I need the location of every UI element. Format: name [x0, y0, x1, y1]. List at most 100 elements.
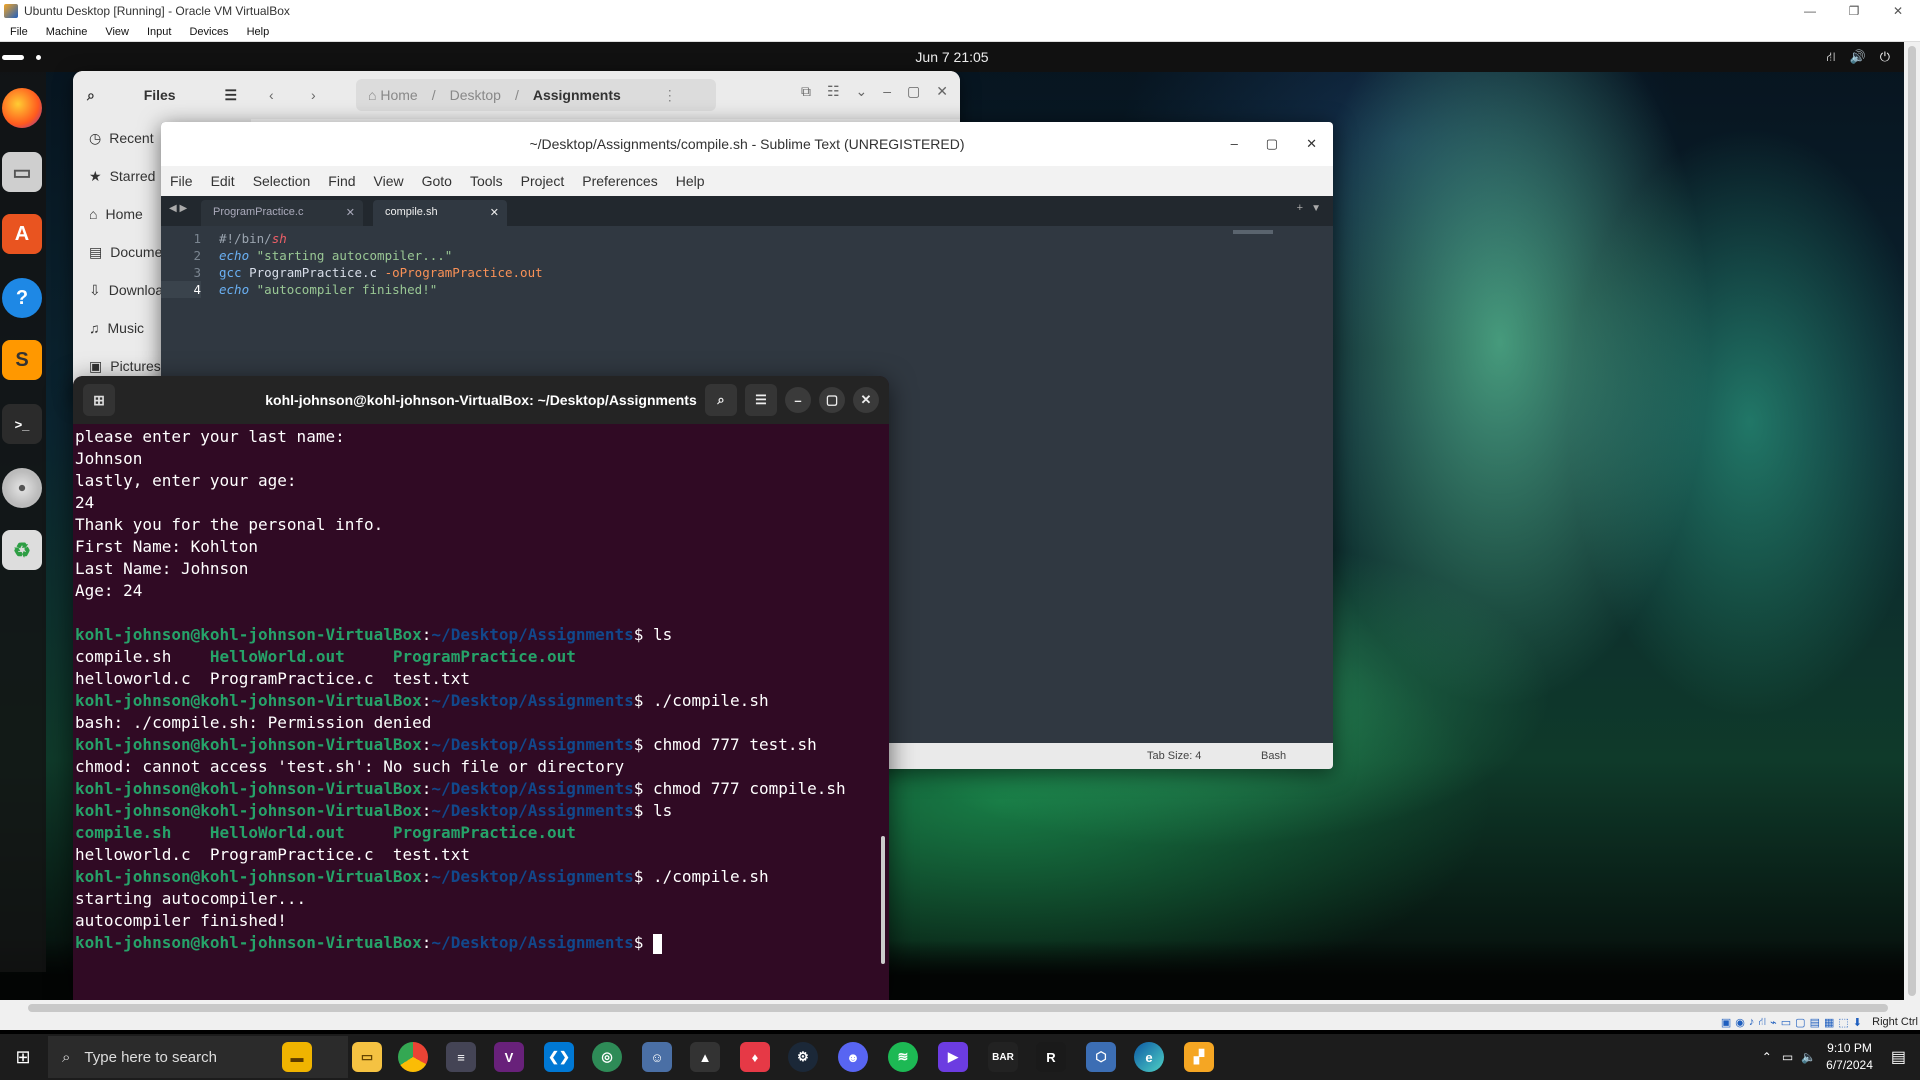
app-icon[interactable]: ▞: [1184, 1042, 1214, 1072]
new-tab-icon[interactable]: +: [1297, 202, 1303, 214]
breadcrumb-home[interactable]: ⌂ Home: [368, 87, 418, 103]
search-icon[interactable]: ⌕: [87, 87, 95, 104]
network-icon[interactable]: ⛙: [1758, 1016, 1766, 1030]
restore-icon[interactable]: ❐: [1832, 0, 1876, 22]
syntax-indicator[interactable]: Bash: [1261, 750, 1286, 762]
chevron-up-icon[interactable]: ⌃: [1762, 1050, 1772, 1064]
display-icon[interactable]: ▢: [1795, 1016, 1805, 1030]
files-icon[interactable]: ▭: [2, 152, 42, 192]
file-explorer-icon[interactable]: ▭: [352, 1042, 382, 1072]
network-icon[interactable]: ⛙: [1826, 42, 1835, 72]
network-icon[interactable]: ▭: [1782, 1050, 1793, 1064]
edge-icon[interactable]: e: [1134, 1042, 1164, 1072]
folder-app-icon[interactable]: ▬: [282, 1042, 312, 1072]
visual-studio-icon[interactable]: V: [494, 1042, 524, 1072]
audio-icon[interactable]: ♪: [1749, 1016, 1755, 1030]
software-icon[interactable]: A: [2, 214, 42, 254]
sublime-icon[interactable]: S: [2, 340, 42, 380]
power-icon[interactable]: ⏻: [1880, 42, 1890, 72]
menu-goto[interactable]: Goto: [413, 173, 461, 189]
menu-file[interactable]: File: [161, 173, 202, 189]
notification-icon[interactable]: ▤: [1891, 1047, 1906, 1067]
close-icon[interactable]: ✕: [1306, 122, 1317, 166]
menu-tools[interactable]: Tools: [461, 173, 512, 189]
close-icon[interactable]: ✕: [490, 206, 499, 219]
virtualbox-icon[interactable]: ⬡: [1086, 1042, 1116, 1072]
cpu-icon[interactable]: ▦: [1824, 1016, 1834, 1030]
app-icon[interactable]: ◎: [592, 1042, 622, 1072]
chrome-icon[interactable]: [398, 1042, 428, 1072]
minimize-icon[interactable]: –: [883, 83, 891, 100]
terminal-icon[interactable]: >_: [2, 404, 42, 444]
app-icon[interactable]: R: [1036, 1042, 1066, 1072]
recording-icon[interactable]: ▤: [1810, 1016, 1820, 1030]
maximize-icon[interactable]: ▢: [1266, 122, 1278, 166]
windows-start-icon[interactable]: ⊞: [0, 1034, 46, 1080]
menu-input[interactable]: Input: [137, 26, 179, 38]
menu-view[interactable]: View: [365, 173, 413, 189]
minimize-icon[interactable]: —: [1788, 0, 1832, 22]
vbox-vertical-scrollbar[interactable]: [1904, 42, 1920, 1000]
close-icon[interactable]: ✕: [853, 387, 879, 413]
close-icon[interactable]: ✕: [346, 206, 355, 219]
disc-icon[interactable]: [2, 468, 42, 508]
close-icon[interactable]: ✕: [1876, 0, 1920, 22]
menu-help[interactable]: Help: [237, 26, 278, 38]
menu-help[interactable]: Help: [667, 173, 714, 189]
tab-size-indicator[interactable]: Tab Size: 4: [1147, 750, 1201, 762]
volume-icon[interactable]: 🔊: [1850, 42, 1866, 72]
tab-compile-sh[interactable]: compile.sh ✕: [373, 200, 507, 226]
app-icon[interactable]: BAR: [988, 1042, 1018, 1072]
app-icon[interactable]: ♦: [740, 1042, 770, 1072]
minimap[interactable]: [1233, 230, 1273, 234]
vbox-horizontal-scrollbar[interactable]: [0, 1000, 1920, 1016]
chevron-down-icon[interactable]: ⌄: [856, 83, 868, 100]
minimize-icon[interactable]: –: [1231, 122, 1238, 166]
menu-project[interactable]: Project: [512, 173, 574, 189]
terminal-scrollbar[interactable]: [881, 836, 885, 964]
trash-icon[interactable]: ♻: [2, 530, 42, 570]
volume-icon[interactable]: 🔈: [1801, 1050, 1816, 1064]
maximize-icon[interactable]: ▢: [819, 387, 845, 413]
menu-file[interactable]: File: [0, 26, 36, 38]
tab-nav-icon[interactable]: ◀ ▶: [169, 203, 187, 214]
spotify-icon[interactable]: ≋: [888, 1042, 918, 1072]
menu-view[interactable]: View: [95, 26, 137, 38]
menu-preferences[interactable]: Preferences: [573, 173, 666, 189]
menu-icon[interactable]: ☰: [745, 384, 777, 416]
mouse-icon[interactable]: ⬚: [1838, 1016, 1848, 1030]
app-icon[interactable]: ≡: [446, 1042, 476, 1072]
arrow-icon[interactable]: ⬇: [1853, 1016, 1862, 1030]
app-icon[interactable]: ☺: [642, 1042, 672, 1072]
breadcrumb-assignments[interactable]: Assignments: [533, 87, 621, 103]
usb-icon[interactable]: ⌁: [1770, 1016, 1777, 1030]
menu-machine[interactable]: Machine: [36, 26, 96, 38]
optical-drive-icon[interactable]: ◉: [1735, 1016, 1745, 1030]
list-view-icon[interactable]: ☷: [827, 83, 840, 100]
more-icon[interactable]: ⋮: [663, 87, 677, 104]
back-icon[interactable]: ‹: [269, 87, 274, 103]
help-icon[interactable]: ?: [2, 278, 42, 318]
breadcrumb-desktop[interactable]: Desktop: [450, 87, 501, 103]
shared-folder-icon[interactable]: ▭: [1781, 1016, 1791, 1030]
discord-icon[interactable]: ☻: [838, 1042, 868, 1072]
app-icon[interactable]: ▶: [938, 1042, 968, 1072]
menu-selection[interactable]: Selection: [244, 173, 320, 189]
terminal-output[interactable]: please enter your last name: Johnson las…: [75, 426, 875, 954]
firefox-icon[interactable]: [2, 88, 42, 128]
taskbar-clock[interactable]: 9:10 PM 6/7/2024: [1826, 1040, 1873, 1074]
tab-menu-icon[interactable]: ▼: [1311, 203, 1321, 214]
menu-icon[interactable]: ☰: [224, 87, 237, 104]
app-icon[interactable]: ▲: [690, 1042, 720, 1072]
close-icon[interactable]: ✕: [936, 83, 948, 100]
menu-edit[interactable]: Edit: [202, 173, 244, 189]
forward-icon[interactable]: ›: [311, 87, 316, 103]
storage-icon[interactable]: ▣: [1721, 1016, 1731, 1030]
menu-find[interactable]: Find: [319, 173, 364, 189]
maximize-icon[interactable]: ▢: [907, 83, 920, 100]
vscode-icon[interactable]: ❮❯: [544, 1042, 574, 1072]
menu-devices[interactable]: Devices: [179, 26, 236, 38]
search-icon[interactable]: ⌕: [705, 384, 737, 416]
new-folder-icon[interactable]: ⧉: [801, 83, 811, 100]
new-tab-icon[interactable]: ⊞: [83, 384, 115, 416]
